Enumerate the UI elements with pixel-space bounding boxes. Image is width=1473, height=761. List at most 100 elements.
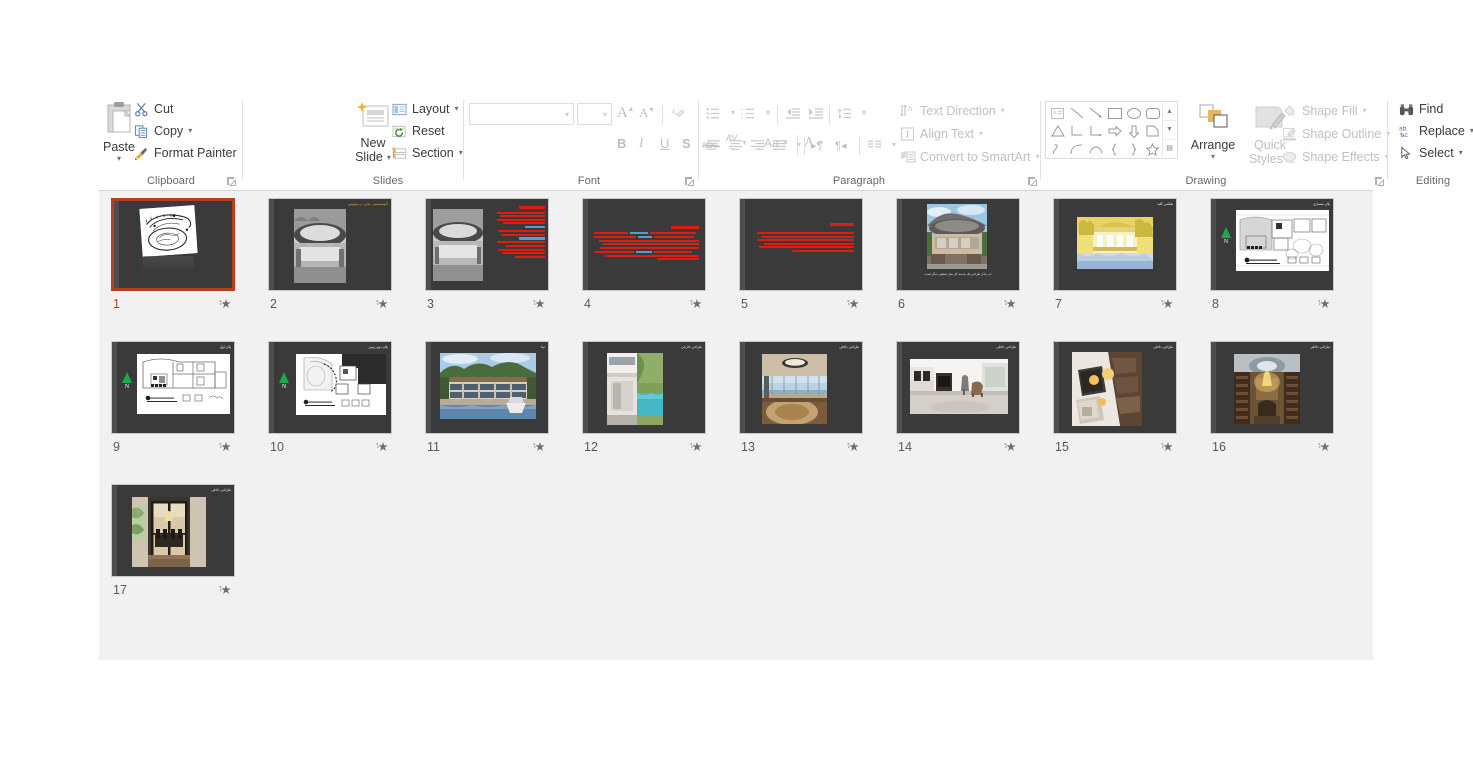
- layout-button[interactable]: Layout ▾: [391, 99, 459, 119]
- rectangle-shape[interactable]: [1105, 104, 1124, 122]
- slide-thumbnail-8[interactable]: پلان معماری N 8: [1210, 198, 1334, 313]
- oval-shape[interactable]: [1124, 104, 1143, 122]
- animation-star-icon[interactable]: [219, 583, 233, 597]
- slide-frame[interactable]: طراحی خارجی: [582, 341, 706, 434]
- chevron-down-icon[interactable]: ▾: [1001, 101, 1005, 121]
- paste-caret-icon[interactable]: ▾: [117, 154, 121, 163]
- numbering-button[interactable]: 1 2 3 ▾: [740, 103, 770, 123]
- underline-button[interactable]: U: [660, 133, 669, 153]
- slide-thumbnail-15[interactable]: طراحی داخلی 15: [1053, 341, 1177, 456]
- italic-button[interactable]: I: [639, 133, 643, 153]
- right-arrow-shape[interactable]: [1105, 122, 1124, 140]
- animation-star-icon[interactable]: [376, 297, 390, 311]
- freeform-shape[interactable]: [1048, 140, 1067, 158]
- animation-star-icon[interactable]: [1004, 297, 1018, 311]
- drawing-dialog-launcher[interactable]: [1374, 176, 1385, 187]
- scroll-up-icon[interactable]: ▲: [1163, 103, 1176, 122]
- bold-button[interactable]: B: [617, 133, 626, 153]
- chevron-down-icon[interactable]: ▾: [1363, 101, 1367, 121]
- animation-star-icon[interactable]: [1161, 297, 1175, 311]
- align-left-button[interactable]: [705, 135, 726, 155]
- paragraph-dialog-launcher[interactable]: [1027, 176, 1038, 187]
- shapes-gallery-scrollbar[interactable]: ▲ ▼ ▤: [1162, 103, 1176, 157]
- clear-formatting-button[interactable]: A: [669, 103, 690, 123]
- rtl-text-button[interactable]: ¶◂: [835, 135, 846, 155]
- copy-caret-icon[interactable]: ▾: [188, 121, 192, 141]
- shape-fill-button[interactable]: Shape Fill ▾: [1281, 101, 1367, 121]
- slide-frame[interactable]: پلان معماری N: [1210, 198, 1334, 291]
- animation-star-icon[interactable]: [1318, 440, 1332, 454]
- text-shadow-button[interactable]: S: [682, 133, 691, 153]
- slide-frame[interactable]: نقاشی کلید: [1053, 198, 1177, 291]
- rounded-rectangle-shape[interactable]: [1143, 104, 1162, 122]
- scroll-down-icon[interactable]: ▼: [1163, 121, 1176, 140]
- slide-thumbnail-5[interactable]: 5: [739, 198, 863, 313]
- animation-star-icon[interactable]: [533, 440, 547, 454]
- animation-star-icon[interactable]: [219, 440, 233, 454]
- slide-frame[interactable]: طراحی داخلی: [896, 341, 1020, 434]
- slide-thumbnail-10[interactable]: پلان دوم زمین N 10: [268, 341, 392, 456]
- slide-thumbnail-3[interactable]: 3: [425, 198, 549, 313]
- decrease-indent-button[interactable]: [784, 103, 805, 123]
- slide-thumbnail-6[interactable]: اب بنا از طراحی یک جدیده کار ساز تحقیقی …: [896, 198, 1020, 313]
- slide-frame[interactable]: پلان دوم زمین N: [268, 341, 392, 434]
- align-text-button[interactable]: Align Text ▾: [899, 124, 983, 144]
- chevron-down-icon[interactable]: ▾: [1459, 143, 1463, 163]
- chevron-down-icon[interactable]: ▾: [766, 103, 770, 123]
- grow-font-button[interactable]: A ▴: [617, 103, 633, 123]
- arc-shape[interactable]: [1086, 140, 1105, 158]
- more-shapes-icon[interactable]: ▤: [1163, 140, 1176, 157]
- slide-frame[interactable]: اب بنا از طراحی یک جدیده کار ساز تحقیقی …: [896, 198, 1020, 291]
- slide-thumbnail-17[interactable]: طراحی داخلی 17: [111, 484, 235, 599]
- slide-frame[interactable]: [111, 198, 235, 291]
- shrink-font-button[interactable]: A ▾: [639, 103, 653, 123]
- left-brace-shape[interactable]: [1105, 140, 1124, 158]
- slide-frame[interactable]: [739, 198, 863, 291]
- slide-sorter-pane[interactable]: 1 اکوسیستم - بنایی در سوئیس 2 3 4 5 اب ب…: [99, 191, 1373, 660]
- justify-button[interactable]: ▾: [771, 135, 801, 155]
- animation-star-icon[interactable]: [376, 440, 390, 454]
- copy-button[interactable]: Copy ▾: [133, 121, 192, 141]
- chevron-down-icon[interactable]: ▾: [979, 124, 983, 144]
- font-size-input[interactable]: ▾: [577, 103, 612, 125]
- slide-thumbnail-11[interactable]: نما 11: [425, 341, 549, 456]
- align-center-button[interactable]: [727, 135, 748, 155]
- slide-thumbnail-13[interactable]: طراحی داخلی 13: [739, 341, 863, 456]
- shape-effects-button[interactable]: Shape Effects ▾: [1281, 147, 1389, 167]
- select-button[interactable]: Select ▾: [1398, 143, 1463, 163]
- font-dialog-launcher[interactable]: [684, 176, 695, 187]
- animation-star-icon[interactable]: [533, 297, 547, 311]
- increase-indent-button[interactable]: [807, 103, 828, 123]
- animation-star-icon[interactable]: [690, 297, 704, 311]
- slide-thumbnail-4[interactable]: 4: [582, 198, 706, 313]
- right-brace-shape[interactable]: [1124, 140, 1143, 158]
- line-shape[interactable]: [1067, 104, 1086, 122]
- animation-star-icon[interactable]: [1004, 440, 1018, 454]
- format-painter-button[interactable]: Format Painter: [133, 143, 237, 163]
- section-button[interactable]: Section ▾: [391, 143, 463, 163]
- text-direction-button[interactable]: A Text Direction ▾: [899, 101, 1005, 121]
- arrange-button[interactable]: Arrange ▾: [1184, 103, 1242, 161]
- reset-button[interactable]: Reset: [391, 121, 445, 141]
- curve-shape[interactable]: [1067, 140, 1086, 158]
- elbow-arrow-shape[interactable]: [1086, 122, 1105, 140]
- slide-frame[interactable]: طراحی داخلی: [111, 484, 235, 577]
- slide-thumbnail-7[interactable]: نقاشی کلید 7: [1053, 198, 1177, 313]
- replace-button[interactable]: ab ac Replace ▾: [1398, 121, 1473, 141]
- slide-frame[interactable]: طراحی داخلی: [1053, 341, 1177, 434]
- find-button[interactable]: Find: [1398, 99, 1443, 119]
- slide-thumbnail-9[interactable]: پلان اول N 9: [111, 341, 235, 456]
- ltr-text-button[interactable]: ▸¶: [811, 135, 822, 155]
- textbox-shape[interactable]: A: [1048, 104, 1067, 122]
- animation-star-icon[interactable]: [219, 297, 233, 311]
- chevron-down-icon[interactable]: ▾: [892, 135, 896, 155]
- chevron-down-icon[interactable]: ▾: [862, 103, 866, 123]
- chevron-down-icon[interactable]: ▾: [731, 103, 735, 123]
- animation-star-icon[interactable]: [847, 297, 861, 311]
- bullets-button[interactable]: ▾: [705, 103, 735, 123]
- slide-thumbnail-12[interactable]: طراحی خارجی 12: [582, 341, 706, 456]
- down-arrow-shape[interactable]: [1124, 122, 1143, 140]
- slide-thumbnail-2[interactable]: اکوسیستم - بنایی در سوئیس 2: [268, 198, 392, 313]
- convert-to-smartart-button[interactable]: Convert to SmartArt ▾: [899, 147, 1039, 167]
- font-name-input[interactable]: ▾: [469, 103, 574, 125]
